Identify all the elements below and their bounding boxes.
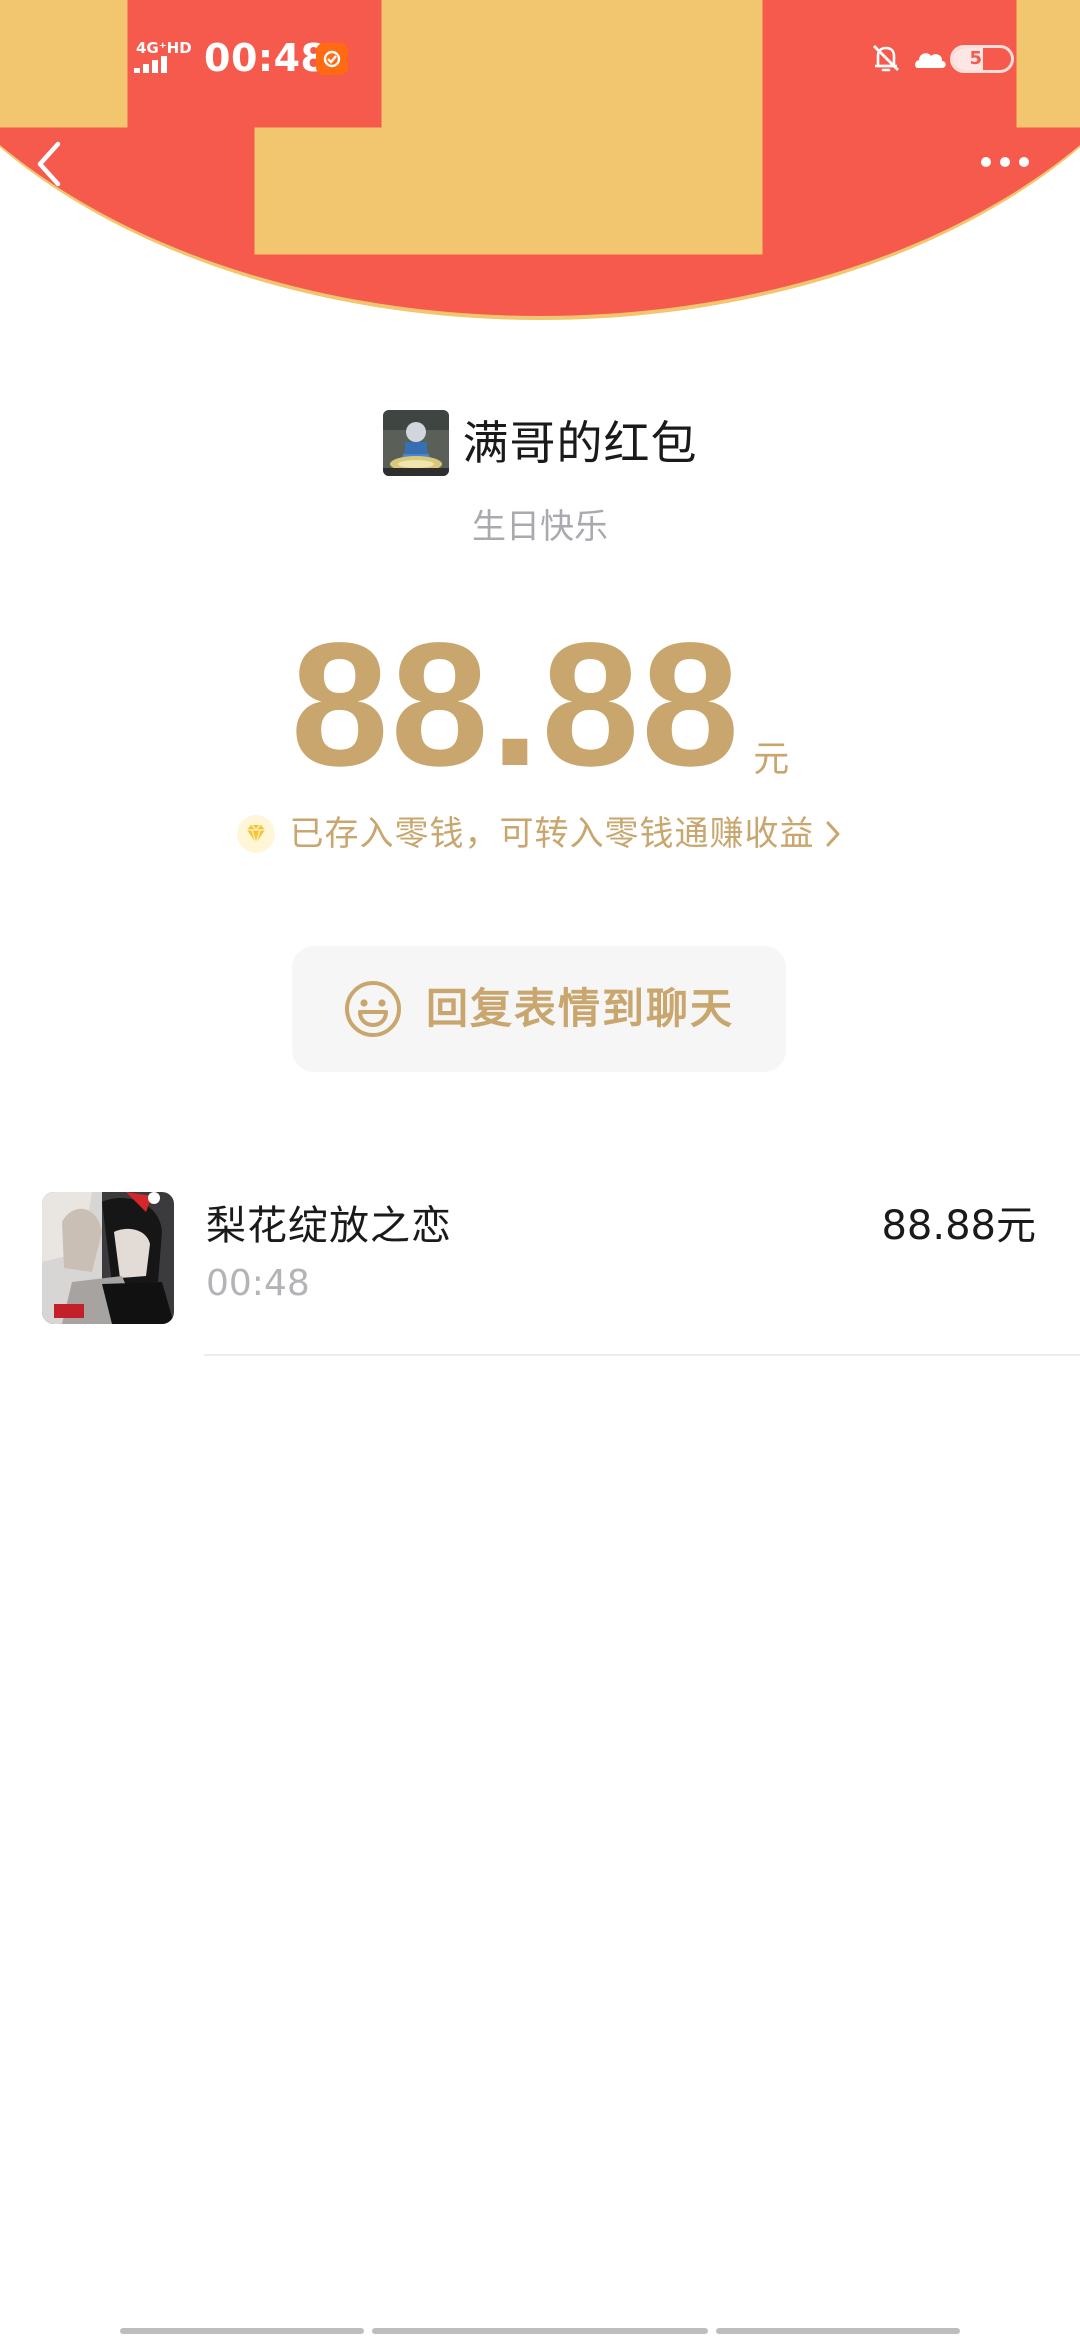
reply-button-label: 回复表情到聊天 bbox=[425, 984, 734, 1033]
red-packet-detail-page: 4G⁺HD 00:48 51 满哥的红包 生日快乐 88.88 元 已存入零钱，… bbox=[0, 0, 1080, 2340]
signal-strength-icon: 4G⁺HD bbox=[134, 40, 194, 76]
list-divider bbox=[204, 1354, 1080, 1356]
battery-indicator: 51 bbox=[950, 45, 1014, 73]
amount-value: 88.88 bbox=[290, 607, 742, 803]
chevron-left-icon bbox=[37, 141, 61, 187]
gesture-bar-center bbox=[372, 2328, 708, 2334]
change-note-text: 已存入零钱，可转入零钱通赚收益 bbox=[289, 814, 815, 854]
recipient-name: 梨花绽放之恋 bbox=[206, 1203, 452, 1249]
battery-level: 51 bbox=[969, 48, 995, 69]
change-balance-link[interactable]: 已存入零钱，可转入零钱通赚收益 bbox=[0, 806, 1080, 862]
diamond-icon bbox=[236, 815, 275, 853]
chevron-right-icon bbox=[826, 821, 839, 847]
more-horizontal-icon bbox=[981, 157, 1029, 167]
recipient-avatar[interactable] bbox=[42, 1192, 174, 1324]
recipient-list-item[interactable]: 梨花绽放之恋 00:48 88.88元 bbox=[0, 1190, 1080, 1356]
weather-icon bbox=[912, 44, 948, 74]
more-options-button[interactable] bbox=[970, 140, 1040, 190]
recipient-amount: 88.88元 bbox=[881, 1203, 1036, 1249]
status-bar: 4G⁺HD 00:48 51 bbox=[0, 0, 1080, 120]
app-notification-icon bbox=[316, 43, 348, 75]
bell-off-icon bbox=[868, 40, 904, 76]
sender-avatar[interactable] bbox=[382, 410, 449, 476]
greeting-message: 生日快乐 bbox=[472, 507, 608, 547]
recipient-time: 00:48 bbox=[206, 1263, 310, 1304]
status-time: 00:48 bbox=[204, 36, 328, 80]
sender-title: 满哥的红包 bbox=[462, 416, 698, 470]
reply-sticker-button[interactable]: 回复表情到聊天 bbox=[292, 946, 786, 1072]
back-button[interactable] bbox=[24, 124, 94, 204]
gesture-bar-left bbox=[120, 2328, 364, 2334]
sender-info: 满哥的红包 bbox=[0, 408, 1080, 478]
smile-icon bbox=[344, 981, 401, 1037]
amount-display: 88.88 元 bbox=[0, 617, 1080, 793]
gesture-bar-right bbox=[716, 2328, 960, 2334]
amount-unit: 元 bbox=[753, 739, 790, 780]
network-type-label: 4G⁺HD bbox=[136, 39, 192, 57]
